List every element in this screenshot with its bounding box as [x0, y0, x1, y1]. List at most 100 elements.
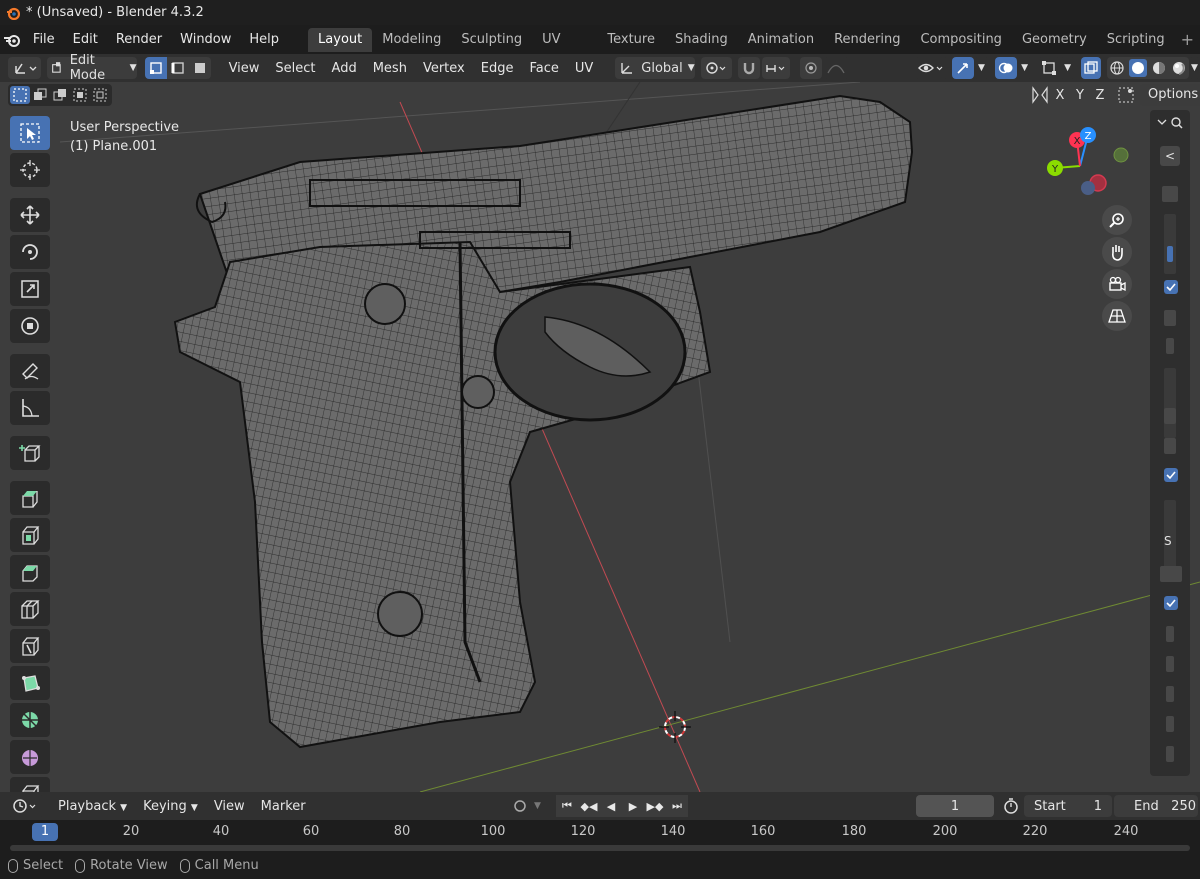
3d-viewport[interactable]: User Perspective (1) Plane.001 X Y Z Opt… [0, 82, 1200, 792]
zoom-button[interactable] [1102, 205, 1132, 235]
options-dropdown[interactable]: Options [1140, 84, 1200, 106]
transform-tool[interactable] [10, 309, 50, 343]
stopwatch-icon[interactable] [1002, 797, 1020, 815]
smooth-tool[interactable] [10, 740, 50, 774]
prev-keyframe-button[interactable]: ◆◀ [578, 795, 600, 817]
sidebar-field[interactable] [1166, 338, 1174, 354]
tab-texture-paint[interactable]: Texture Paint [597, 28, 665, 71]
menu-render[interactable]: Render [107, 25, 171, 54]
move-tool[interactable] [10, 198, 50, 232]
menu-help[interactable]: Help [240, 25, 288, 54]
end-frame-field[interactable]: End 250 [1114, 795, 1198, 817]
add-workspace-button[interactable]: + [1175, 30, 1200, 49]
annotate-tool[interactable] [10, 354, 50, 388]
xray-toggle[interactable] [1080, 57, 1102, 79]
tab-geometry-nodes[interactable]: Geometry Nodes [1012, 28, 1097, 71]
jump-end-button[interactable]: ⏭ [666, 795, 688, 817]
current-frame-field[interactable]: 1 [916, 795, 994, 817]
search-icon[interactable] [1156, 116, 1184, 130]
mesh-edit-overlay-toggle[interactable] [1037, 57, 1061, 79]
pivot-point-dropdown[interactable] [700, 57, 733, 79]
edge-slide-tool[interactable] [10, 777, 50, 792]
sidebar-field[interactable] [1164, 408, 1176, 424]
mode-dropdown[interactable]: Edit Mode ▼ [47, 53, 137, 83]
chevron-down-icon[interactable]: ▼ [534, 801, 541, 811]
menu-uv[interactable]: UV [567, 61, 601, 76]
scrollbar-thumb[interactable] [10, 845, 1190, 851]
extrude-tool[interactable] [10, 481, 50, 515]
tab-shading[interactable]: Shading [665, 28, 738, 52]
sidebar-field[interactable] [1166, 746, 1174, 762]
tab-animation[interactable]: Animation [738, 28, 824, 52]
navigation-gizmo[interactable]: X Z Y [1040, 122, 1140, 202]
menu-file[interactable]: File [24, 25, 64, 54]
blender-menu-icon[interactable] [0, 32, 24, 48]
inset-tool[interactable] [10, 518, 50, 552]
ortho-toggle-button[interactable] [1102, 301, 1132, 331]
mesh-scene[interactable] [0, 82, 1200, 792]
sidebar-field[interactable] [1166, 656, 1174, 672]
record-icon[interactable] [510, 796, 530, 816]
sidebar-field[interactable] [1164, 438, 1176, 454]
wireframe-shading-icon[interactable] [1109, 60, 1125, 76]
sidebar-field[interactable] [1164, 214, 1176, 274]
proportional-edit-toggle[interactable] [800, 57, 823, 79]
menu-vertex[interactable]: Vertex [415, 61, 473, 76]
spin-tool[interactable] [10, 703, 50, 737]
sidebar-checkbox[interactable] [1164, 468, 1178, 482]
sidebar-field[interactable] [1164, 310, 1176, 326]
sidebar-field[interactable] [1160, 566, 1182, 582]
timeline-scrollbar[interactable] [0, 844, 1200, 852]
tab-layout[interactable]: Layout [308, 27, 373, 52]
select-invert-button[interactable] [70, 86, 90, 104]
gizmo-dropdown[interactable]: ▼ [974, 57, 989, 79]
current-frame-indicator[interactable]: 1 [32, 823, 58, 841]
sidebar-field[interactable] [1162, 186, 1178, 202]
tab-rendering[interactable]: Rendering [824, 28, 910, 52]
play-reverse-button[interactable]: ◀ [600, 795, 622, 817]
tab-scripting[interactable]: Scripting [1097, 28, 1175, 52]
gizmo-toggle[interactable] [951, 57, 975, 79]
tab-uv-editing[interactable]: UV Editing [532, 28, 597, 71]
sidebar-checkbox[interactable] [1164, 280, 1178, 294]
sidebar-field[interactable] [1164, 368, 1176, 438]
menu-view[interactable]: View [221, 61, 268, 76]
tab-sculpting[interactable]: Sculpting [451, 28, 532, 52]
edge-select-button[interactable] [166, 57, 189, 79]
snap-toggle[interactable] [738, 57, 761, 79]
scale-tool[interactable] [10, 272, 50, 306]
visibility-dropdown[interactable] [914, 57, 948, 79]
mesh-overlay-dropdown[interactable]: ▼ [1060, 57, 1075, 79]
poly-build-tool[interactable] [10, 666, 50, 700]
menu-face[interactable]: Face [521, 61, 566, 76]
select-box-tool[interactable] [10, 116, 50, 150]
cursor-tool[interactable] [10, 153, 50, 187]
tab-modeling[interactable]: Modeling [372, 28, 451, 52]
menu-timeline-view[interactable]: View [206, 799, 253, 814]
mirror-z-toggle[interactable]: Z [1090, 84, 1110, 106]
mirror-x-toggle[interactable]: X [1050, 84, 1070, 106]
knife-tool[interactable] [10, 629, 50, 663]
start-frame-field[interactable]: Start 1 [1024, 795, 1112, 817]
snap-target-dropdown[interactable] [762, 57, 791, 79]
menu-playback[interactable]: Playback ▼ [50, 799, 135, 814]
timeline-editor-type-dropdown[interactable] [8, 795, 44, 817]
camera-view-button[interactable] [1102, 269, 1132, 299]
add-cube-tool[interactable] [10, 436, 50, 470]
sidebar-field[interactable] [1166, 626, 1174, 642]
menu-edit[interactable]: Edit [64, 25, 107, 54]
select-new-button[interactable] [10, 86, 30, 104]
menu-mesh[interactable]: Mesh [365, 61, 415, 76]
overlay-dropdown[interactable]: ▼ [1017, 57, 1032, 79]
menu-edge[interactable]: Edge [473, 61, 522, 76]
solid-shading-icon[interactable] [1129, 59, 1148, 77]
sidebar-checkbox[interactable] [1164, 596, 1178, 610]
sidebar-field[interactable] [1166, 686, 1174, 702]
play-button[interactable]: ▶ [622, 795, 644, 817]
loop-cut-tool[interactable] [10, 592, 50, 626]
face-select-button[interactable] [188, 57, 211, 79]
menu-select[interactable]: Select [267, 61, 323, 76]
bevel-tool[interactable] [10, 555, 50, 589]
menu-marker[interactable]: Marker [253, 799, 314, 814]
menu-add[interactable]: Add [324, 61, 365, 76]
